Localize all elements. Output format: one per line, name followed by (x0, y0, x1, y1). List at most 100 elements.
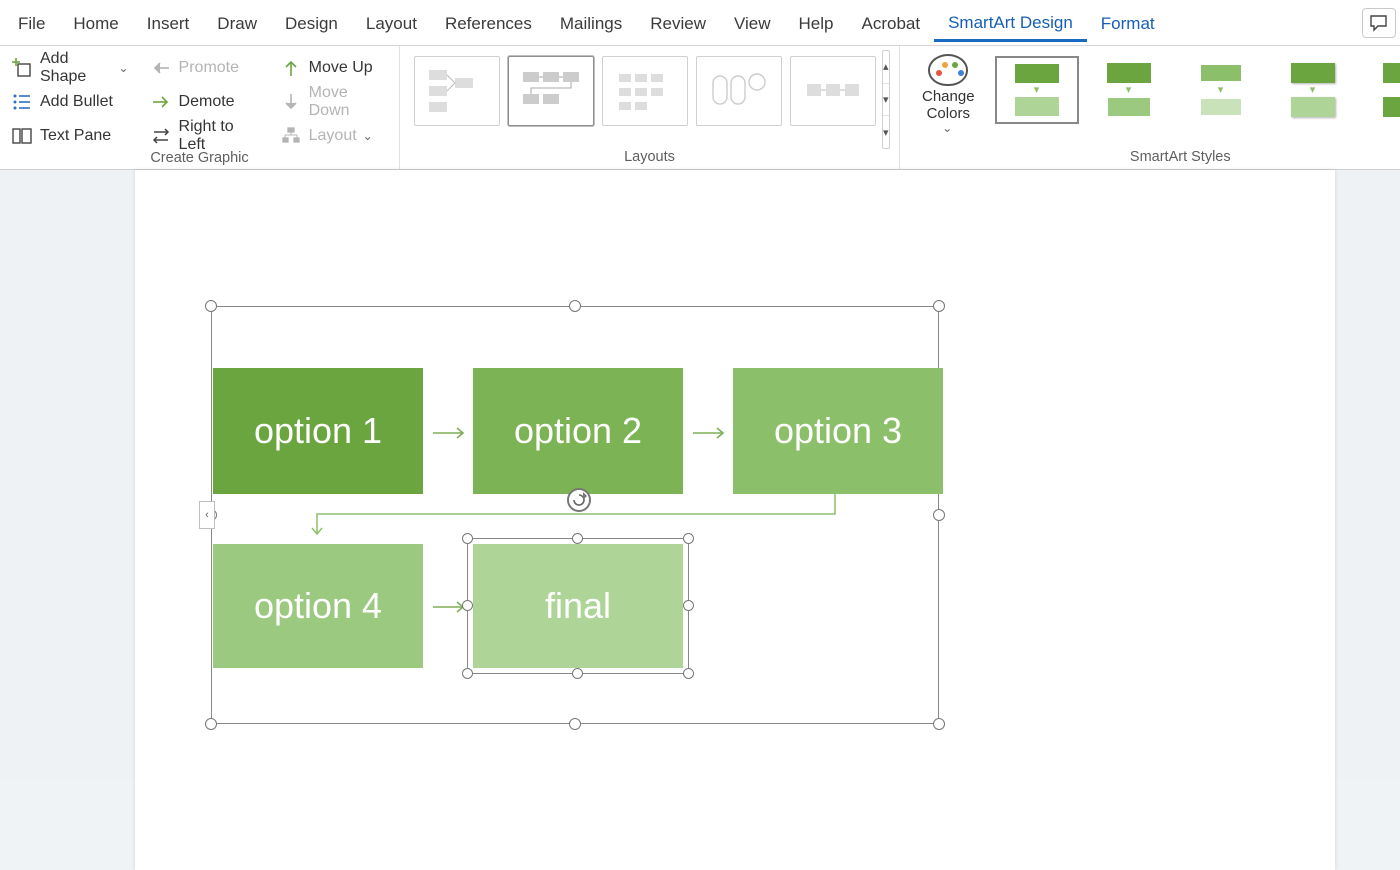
text-pane-toggle[interactable]: ‹ (199, 501, 215, 529)
cmd-demote[interactable]: Demote (151, 88, 259, 116)
change-colors-label: Change Colors (922, 88, 975, 123)
layout-option-2-selected[interactable] (508, 56, 594, 126)
cmd-label: Add Bullet (40, 93, 113, 111)
tab-acrobat[interactable]: Acrobat (848, 4, 935, 42)
promote-arrow-icon (151, 58, 171, 78)
tab-help[interactable]: Help (785, 4, 848, 42)
shape-handle-br[interactable] (683, 668, 694, 679)
resize-handle-tm[interactable] (569, 300, 581, 312)
smartart-arrow-2 (693, 426, 729, 440)
cmd-label: Layout (309, 127, 357, 145)
gallery-expand[interactable]: ▾ (883, 116, 889, 148)
cmd-layout-dropdown[interactable]: Layout ⌄ (281, 122, 387, 150)
cmd-label: Demote (179, 93, 235, 111)
gallery-scroll-down[interactable]: ▾ (883, 84, 889, 117)
gallery-scroll-up[interactable]: ▴ (883, 51, 889, 84)
rtl-icon (151, 126, 171, 146)
resize-handle-bm[interactable] (569, 718, 581, 730)
layout-icon (281, 126, 301, 146)
cmd-text-pane[interactable]: Text Pane (12, 122, 129, 150)
style-option-2[interactable]: ▾ (1087, 56, 1171, 124)
group-styles: Change Colors ⌄ ▾ ▾ ▾ ▾ ▾ (900, 46, 1400, 169)
tab-file[interactable]: File (4, 4, 59, 42)
cmd-label: Move Down (309, 84, 387, 120)
rotation-handle[interactable] (567, 488, 591, 512)
change-colors-button[interactable]: Change Colors ⌄ (912, 50, 985, 139)
cmd-rtl[interactable]: Right to Left (151, 122, 259, 150)
document-page[interactable]: ‹ option 1 option 2 option 3 option 4 (135, 170, 1335, 870)
shape-handle-tl[interactable] (462, 533, 473, 544)
add-shape-icon (12, 58, 32, 78)
group-create-graphic: Add Shape ⌄ Add Bullet Text Pane (0, 46, 400, 169)
demote-arrow-icon (151, 92, 171, 112)
tab-view[interactable]: View (720, 4, 785, 42)
cmd-add-shape[interactable]: Add Shape ⌄ (12, 54, 129, 82)
chevron-down-icon: ⌄ (942, 121, 952, 135)
group-label: SmartArt Styles (912, 149, 1400, 167)
comments-button[interactable] (1362, 8, 1396, 38)
cmd-label: Text Pane (40, 127, 111, 145)
layouts-gallery (412, 50, 878, 149)
cmd-add-bullet[interactable]: Add Bullet (12, 88, 129, 116)
move-up-icon (281, 58, 301, 78)
cmd-promote[interactable]: Promote (151, 54, 259, 82)
tab-draw[interactable]: Draw (203, 4, 271, 42)
shape-handle-bl[interactable] (462, 668, 473, 679)
smartart-block-1[interactable]: option 1 (213, 368, 423, 494)
layouts-gallery-scroll: ▴ ▾ ▾ (882, 50, 890, 149)
tab-references[interactable]: References (431, 4, 546, 42)
cmd-label: Promote (179, 59, 239, 77)
tab-format[interactable]: Format (1087, 4, 1169, 42)
smartart-block-2[interactable]: option 2 (473, 368, 683, 494)
shape-selection-frame (467, 538, 689, 674)
resize-handle-bl[interactable] (205, 718, 217, 730)
layout-option-1[interactable] (414, 56, 500, 126)
tab-home[interactable]: Home (59, 4, 132, 42)
cmd-move-up[interactable]: Move Up (281, 54, 387, 82)
palette-icon (928, 54, 968, 86)
shape-handle-ml[interactable] (462, 600, 473, 611)
document-area: ‹ option 1 option 2 option 3 option 4 (0, 170, 1400, 779)
text-pane-icon (12, 126, 32, 146)
ribbon-tabs: File Home Insert Draw Design Layout Refe… (0, 0, 1400, 46)
smartart-block-3[interactable]: option 3 (733, 368, 943, 494)
layout-option-4[interactable] (696, 56, 782, 126)
resize-handle-tl[interactable] (205, 300, 217, 312)
layout-option-3[interactable] (602, 56, 688, 126)
style-option-3[interactable]: ▾ (1179, 56, 1263, 124)
chevron-down-icon: ⌄ (363, 129, 373, 143)
smartart-arrow-1 (433, 426, 469, 440)
cmd-label: Right to Left (179, 118, 259, 154)
group-label: Create Graphic (12, 150, 387, 168)
cmd-label: Add Shape (40, 50, 112, 86)
shape-handle-tm[interactable] (572, 533, 583, 544)
cmd-label: Move Up (309, 59, 373, 77)
style-option-1-selected[interactable]: ▾ (995, 56, 1079, 124)
style-option-4[interactable]: ▾ (1271, 56, 1355, 124)
resize-handle-mr[interactable] (933, 509, 945, 521)
group-label: Layouts (412, 149, 887, 167)
tab-layout[interactable]: Layout (352, 4, 431, 42)
shape-handle-bm[interactable] (572, 668, 583, 679)
style-option-5[interactable]: ▾ (1363, 56, 1400, 124)
smartart-block-4[interactable]: option 4 (213, 544, 423, 668)
group-layouts: ▴ ▾ ▾ Layouts (400, 46, 900, 169)
comment-icon (1369, 14, 1389, 32)
cmd-move-down[interactable]: Move Down (281, 88, 387, 116)
resize-handle-br[interactable] (933, 718, 945, 730)
smartart-frame[interactable]: ‹ option 1 option 2 option 3 option 4 (205, 300, 945, 730)
chevron-down-icon: ⌄ (118, 61, 128, 75)
move-down-icon (281, 92, 301, 112)
ribbon: Add Shape ⌄ Add Bullet Text Pane (0, 46, 1400, 170)
tab-review[interactable]: Review (636, 4, 720, 42)
add-bullet-icon (12, 92, 32, 112)
tab-mailings[interactable]: Mailings (546, 4, 636, 42)
tab-insert[interactable]: Insert (133, 4, 204, 42)
layout-option-5[interactable] (790, 56, 876, 126)
resize-handle-tr[interactable] (933, 300, 945, 312)
styles-gallery: ▾ ▾ ▾ ▾ ▾ (985, 50, 1400, 130)
shape-handle-tr[interactable] (683, 533, 694, 544)
tab-design[interactable]: Design (271, 4, 352, 42)
tab-smartart-design[interactable]: SmartArt Design (934, 3, 1087, 42)
shape-handle-mr[interactable] (683, 600, 694, 611)
